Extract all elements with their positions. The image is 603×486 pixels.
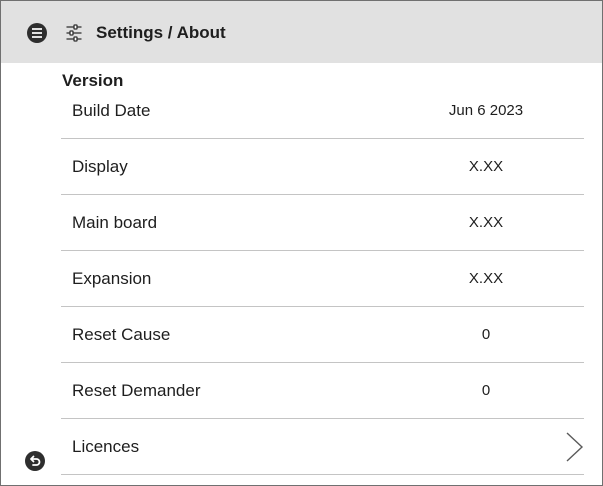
header-bar: Settings / About	[1, 1, 602, 63]
row-label: Build Date	[72, 101, 151, 120]
hamburger-menu-icon[interactable]	[27, 23, 47, 43]
list-item-main-board: Main board X.XX	[61, 195, 584, 251]
row-label: Main board	[72, 213, 158, 232]
row-label: Expansion	[72, 269, 152, 288]
list-item-expansion: Expansion X.XX	[61, 251, 584, 307]
chevron-right-icon	[566, 432, 584, 462]
row-value: Jun 6 2023	[448, 102, 524, 119]
list-item-display: Display X.XX	[61, 139, 584, 195]
about-list: Build Date Jun 6 2023 Display X.XX Main …	[61, 83, 584, 475]
row-value: X.XX	[468, 270, 504, 287]
about-screen: Settings / About Version Build Date Jun …	[0, 0, 603, 486]
row-label: Display	[72, 157, 128, 176]
back-arrow-icon[interactable]	[25, 451, 45, 471]
row-value: 0	[481, 326, 491, 343]
row-value: X.XX	[468, 158, 504, 175]
list-item-reset-cause: Reset Cause 0	[61, 307, 584, 363]
row-value: X.XX	[468, 214, 504, 231]
row-label: Reset Cause	[72, 325, 171, 344]
row-label: Reset Demander	[72, 381, 201, 400]
row-value: 0	[481, 382, 491, 399]
sliders-icon	[66, 24, 82, 42]
list-item-reset-demander: Reset Demander 0	[61, 363, 584, 419]
list-item-build-date: Build Date Jun 6 2023	[61, 83, 584, 139]
list-item-licences[interactable]: Licences	[61, 419, 584, 475]
page-title: Settings / About	[96, 23, 226, 42]
row-label: Licences	[72, 437, 140, 456]
